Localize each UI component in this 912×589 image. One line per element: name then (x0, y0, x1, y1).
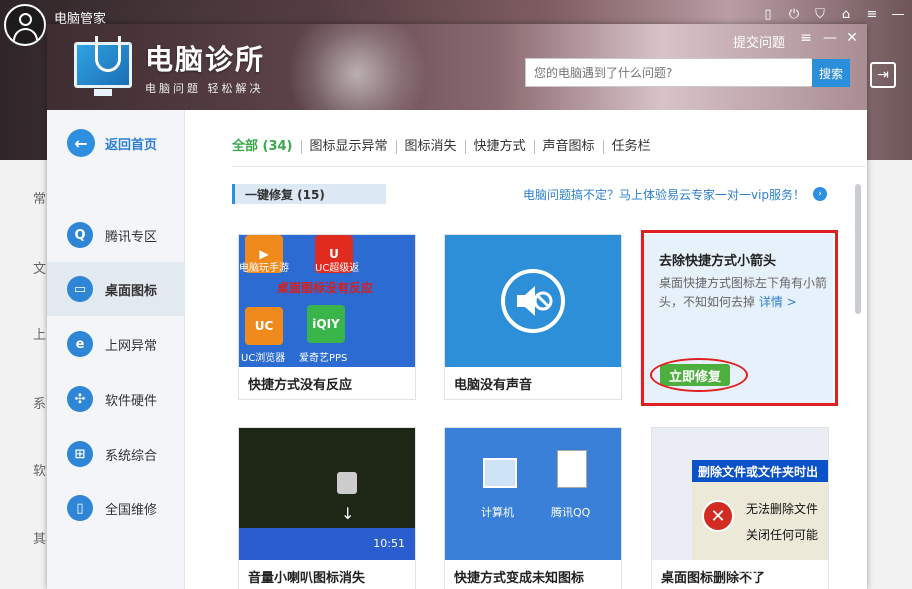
card-thumbnail: ▶ 电脑玩手游 U UC超级返 桌面图标没有反应 UC UC浏览器 iQIY 爱… (239, 235, 415, 367)
tab-icon-missing[interactable]: 图标消失 (395, 140, 465, 154)
highlight-box (641, 230, 838, 406)
menu-icon[interactable]: ≡ (797, 30, 815, 46)
shield-icon[interactable]: ⛉ (812, 6, 828, 22)
fix-card-shortcut-no-response[interactable]: ▶ 电脑玩手游 U UC超级返 桌面图标没有反应 UC UC浏览器 iQIY 爱… (238, 234, 416, 400)
arrow-down-icon: ↓ (341, 504, 355, 523)
sidebar-item-tencent[interactable]: Q 腾讯专区 (47, 208, 185, 262)
ie-icon: e (67, 331, 93, 357)
tile-label: 爱奇艺PPS (299, 353, 348, 364)
sidebar-item-repair[interactable]: ▯ 全国维修 (47, 481, 185, 535)
sidebar-item-label: 全国维修 (105, 502, 158, 518)
back-home-button[interactable]: ← 返回首页 (47, 110, 185, 176)
sidebar-item-internet[interactable]: e 上网异常 (47, 317, 185, 371)
tab-icon-display[interactable]: 图标显示异常 (300, 140, 396, 154)
qq-penguin-icon: Q (67, 222, 93, 248)
outer-side-label: 其 (33, 532, 47, 547)
sidebar: ← 返回首页 Q 腾讯专区 ▭ 桌面图标 e 上网异常 ✣ 软件硬件 ⊞ 系统综… (47, 110, 185, 589)
phone-icon[interactable]: ▯ (760, 6, 776, 22)
dialog-line: 关闭任何可能 (746, 528, 819, 542)
watermark: net/qq_40418553 (720, 563, 827, 577)
card-thumbnail: 计算机 腾讯QQ (445, 428, 621, 560)
card-caption: 快捷方式没有反应 (239, 367, 415, 399)
speaker-muted-icon (501, 269, 565, 333)
outer-side-label: 常 (33, 192, 47, 207)
monitor-icon: ▭ (67, 276, 93, 302)
computer-icon (483, 458, 517, 488)
tab-all[interactable]: 全部 (34) (232, 140, 301, 154)
fix-card-no-sound[interactable]: 电脑没有声音 (444, 234, 622, 400)
search-input[interactable] (526, 59, 812, 86)
power-icon[interactable]: ⏻ (786, 6, 802, 22)
shirt-icon[interactable]: ⌂ (838, 6, 854, 22)
fix-card-unknown-shortcut-icon[interactable]: 计算机 腾讯QQ 快捷方式变成未知图标 (444, 427, 622, 589)
sidebar-item-label: 系统综合 (105, 448, 158, 464)
tab-shortcut[interactable]: 快捷方式 (464, 140, 534, 154)
clock: 10:51 (373, 537, 405, 550)
card-thumbnail: ↓ 10:51 (239, 428, 415, 560)
outer-side-label: 上 (33, 328, 47, 343)
arrow-left-icon: ← (67, 129, 95, 157)
minimize-icon[interactable]: — (821, 30, 839, 46)
tab-taskbar[interactable]: 任务栏 (602, 140, 659, 154)
card-thumbnail (445, 235, 621, 367)
unknown-file-icon (557, 450, 587, 488)
search-button[interactable]: 搜索 (812, 59, 850, 87)
dialog-line: 无法删除文件 (746, 502, 819, 516)
window-header: 电脑诊所 电脑问题 轻松解决 提交问题 ≡ — ✕ 搜索 (47, 24, 867, 110)
chevron-right-icon[interactable]: › (813, 187, 827, 201)
card-thumbnail: 删除文件或文件夹时出 ✕ 无法删除文件 关闭任何可能 (652, 428, 828, 560)
outer-side-label: 文 (33, 262, 47, 277)
outer-side-label: 软 (33, 464, 47, 479)
minimize-icon[interactable]: — (890, 6, 906, 22)
back-home-label: 返回首页 (105, 137, 158, 153)
close-icon[interactable]: ✕ (843, 30, 861, 46)
overlay-text: 桌面图标没有反应 (277, 281, 374, 295)
search-box (525, 58, 812, 87)
diagnosis-window: 电脑诊所 电脑问题 轻松解决 提交问题 ≡ — ✕ 搜索 ← 返回首页 Q 腾讯… (47, 24, 867, 589)
sidebar-item-label: 腾讯专区 (105, 229, 158, 245)
sidebar-item-label: 上网异常 (105, 338, 158, 354)
outer-toolbar: ▯ ⏻ ⛉ ⌂ ≡ — (760, 6, 906, 22)
phone-icon: ▯ (67, 495, 93, 521)
tile-label: UC超级返 (315, 263, 360, 274)
sidebar-item-desktop-icons[interactable]: ▭ 桌面图标 (47, 262, 185, 316)
desktop-icon-label: 腾讯QQ (551, 506, 591, 519)
puzzle-icon: ✣ (67, 386, 93, 412)
sidebar-item-label: 桌面图标 (105, 283, 158, 299)
category-tabs: 全部 (34) 图标显示异常 图标消失 快捷方式 声音图标 任务栏 (232, 136, 659, 158)
tab-sound-icon[interactable]: 声音图标 (533, 140, 603, 154)
sidebar-item-label: 软件硬件 (105, 393, 158, 409)
tile-label: 电脑玩手游 (239, 263, 289, 274)
exit-icon[interactable]: ⇥ (870, 62, 896, 88)
windows-icon: ⊞ (67, 441, 93, 467)
scrollbar[interactable] (855, 184, 861, 314)
speaker-icon (337, 472, 357, 494)
card-caption: 音量小喇叭图标消失 (239, 560, 415, 589)
section-title: 一键修复 (15) (232, 184, 386, 204)
window-subtitle: 电脑问题 轻松解决 (145, 82, 264, 95)
fix-card-volume-icon-missing[interactable]: ↓ 10:51 音量小喇叭图标消失 (238, 427, 416, 589)
divider (232, 166, 865, 167)
card-caption: 快捷方式变成未知图标 (445, 560, 621, 589)
sidebar-item-system[interactable]: ⊞ 系统综合 (47, 427, 185, 481)
vip-promo-link[interactable]: 电脑问题搞不定？马上体验易云专家一对一vip服务！ (523, 186, 805, 203)
stethoscope-icon (95, 36, 121, 72)
card-caption: 电脑没有声音 (445, 367, 621, 399)
uc-browser-icon: UC (245, 307, 283, 345)
error-icon: ✕ (702, 500, 734, 532)
menu-icon[interactable]: ≡ (864, 6, 880, 22)
desktop-icon-label: 计算机 (481, 506, 514, 519)
window-title: 电脑诊所 (145, 43, 266, 76)
feedback-link[interactable]: 提交问题 (733, 32, 785, 51)
iqiyi-icon: iQIY (307, 305, 345, 343)
avatar[interactable] (4, 4, 46, 46)
outer-side-label: 系 (33, 397, 47, 412)
taskbar: 10:51 (239, 528, 415, 560)
tile-label: UC浏览器 (241, 353, 286, 364)
sidebar-item-software-hardware[interactable]: ✣ 软件硬件 (47, 372, 185, 426)
dialog-title: 删除文件或文件夹时出 (692, 460, 828, 482)
